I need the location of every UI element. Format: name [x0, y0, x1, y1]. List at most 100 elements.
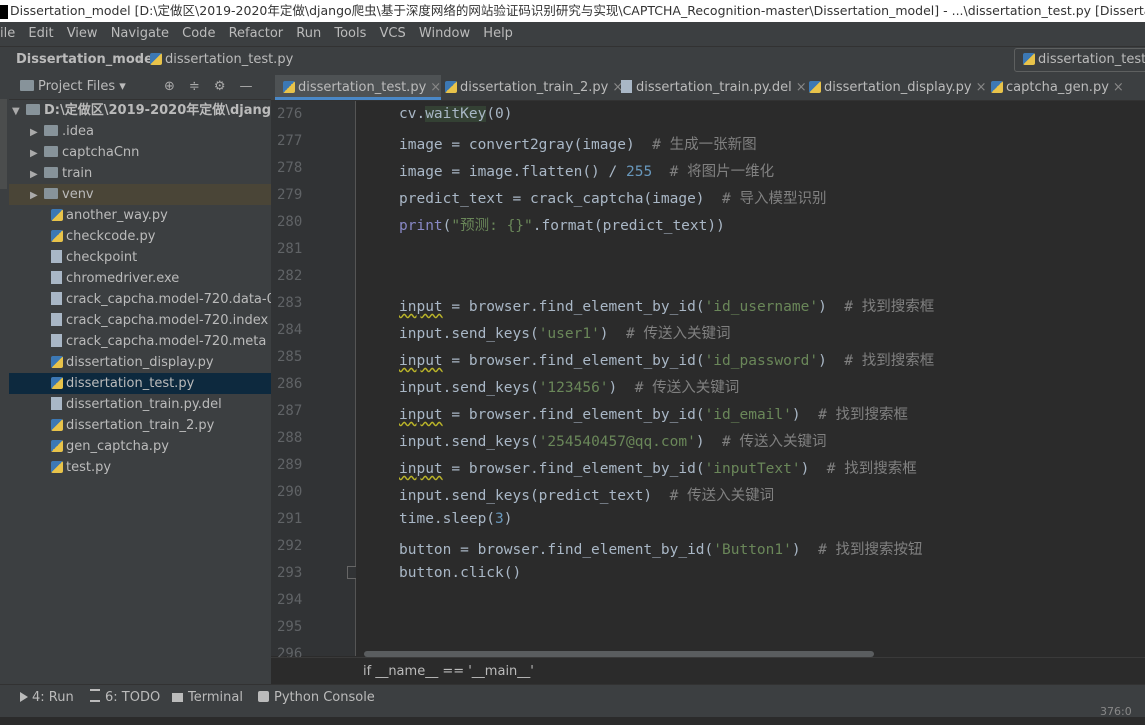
line-number: 284 [277, 322, 303, 338]
navigation-bar: Dissertation_model › dissertation_test.p… [0, 46, 1145, 76]
tree-item-label: dissertation_test.py [66, 376, 195, 391]
code-editor[interactable]: cv.waitKey(0) image = convert2gray(image… [356, 101, 1145, 656]
python-file-icon [809, 81, 821, 93]
python-file-icon [1023, 53, 1035, 65]
line-number: 278 [277, 160, 303, 176]
tree-item[interactable]: chromedriver.exe [9, 268, 271, 289]
python-file-icon [51, 461, 63, 473]
tree-item[interactable]: checkcode.py [9, 226, 271, 247]
tree-item[interactable]: test.py [9, 457, 271, 478]
tab-captcha-gen[interactable]: captcha_gen.py × [983, 75, 1131, 100]
tree-item[interactable]: crack_capcha.model-720.data-0000 [9, 289, 271, 310]
chevron-right-icon: ▶ [30, 190, 38, 201]
editor-breadcrumb-item[interactable]: if __name__ == '__main__' [363, 664, 534, 679]
tree-item[interactable]: dissertation_train_2.py [9, 415, 271, 436]
project-view-label: Project Files [38, 79, 116, 94]
tab-dissertation-display[interactable]: dissertation_display.py × [801, 75, 987, 100]
breadcrumb-file[interactable]: dissertation_test.py [150, 47, 293, 73]
tree-item[interactable]: checkpoint [9, 247, 271, 268]
tree-item-selected[interactable]: dissertation_test.py [9, 373, 271, 394]
menu-file[interactable]: ile [0, 26, 15, 41]
code-line: button = browser.find_element_by_id('But… [399, 542, 923, 558]
line-number: 291 [277, 511, 303, 527]
file-icon [51, 334, 62, 347]
code-line: input = browser.find_element_by_id('inpu… [399, 461, 917, 477]
code-line: input.send_keys('user1') # 传送入关键词 [399, 326, 731, 342]
line-number: 293 [277, 565, 303, 581]
run-configuration-select[interactable]: dissertation_test [1014, 48, 1145, 72]
folder-icon [44, 125, 58, 136]
menu-window[interactable]: Window [419, 26, 470, 41]
gear-icon[interactable]: ⚙ [214, 79, 240, 94]
tree-item-label: crack_capcha.model-720.meta [66, 334, 267, 349]
tree-root-label: D:\定做区\2019-2020年定做\django爬虫 [44, 103, 271, 118]
line-number: 289 [277, 457, 303, 473]
python-file-icon [51, 230, 63, 242]
file-icon [51, 397, 62, 410]
todo-tool-label: 6: TODO [105, 690, 161, 705]
file-icon [621, 80, 632, 93]
cursor-position[interactable]: 376:0 [1100, 699, 1145, 718]
menu-view[interactable]: View [67, 26, 98, 41]
line-number: 294 [277, 592, 303, 608]
tree-item-label: gen_captcha.py [66, 439, 169, 454]
line-number: 277 [277, 133, 303, 149]
tree-item[interactable]: ▶ captchaCnn [9, 142, 271, 163]
tree-item-label: crack_capcha.model-720.data-0000 [66, 292, 271, 307]
tree-item-label: checkcode.py [66, 229, 156, 244]
tree-item[interactable]: ▶ .idea [9, 121, 271, 142]
file-icon [51, 292, 62, 305]
project-tool-button[interactable] [0, 99, 7, 189]
tab-dissertation-test[interactable]: dissertation_test.py × [275, 75, 441, 100]
locate-icon[interactable]: ⊕ [164, 79, 189, 94]
tree-item[interactable]: ▶ venv [9, 184, 271, 205]
tree-item-label: another_way.py [66, 208, 168, 223]
tree-root[interactable]: ▼ D:\定做区\2019-2020年定做\django爬虫 [9, 100, 271, 121]
terminal-tool-button[interactable]: Terminal [172, 685, 243, 711]
tree-item-label: captchaCnn [62, 145, 140, 160]
tree-item[interactable]: gen_captcha.py [9, 436, 271, 457]
menu-navigate[interactable]: Navigate [111, 26, 169, 41]
python-console-tool-button[interactable]: Python Console [258, 685, 375, 711]
todo-tool-button[interactable]: 6: TODO [90, 685, 160, 711]
tab-dissertation-train-2[interactable]: dissertation_train_2.py × [437, 75, 623, 100]
app-icon [0, 4, 8, 19]
menu-vcs[interactable]: VCS [380, 26, 406, 41]
tree-item[interactable]: ▶ train [9, 163, 271, 184]
tree-item[interactable]: another_way.py [9, 205, 271, 226]
run-tool-button[interactable]: 4: Run [20, 685, 74, 711]
minimize-icon[interactable]: — [239, 79, 266, 94]
menu-refactor[interactable]: Refactor [229, 26, 284, 41]
folder-icon [26, 104, 40, 115]
chevron-right-icon: ▶ [30, 127, 38, 138]
close-icon[interactable]: × [1113, 80, 1124, 95]
collapse-icon[interactable]: ≑ [189, 79, 214, 94]
tree-item[interactable]: crack_capcha.model-720.meta [9, 331, 271, 352]
chevron-right-icon: ▶ [30, 169, 38, 180]
tree-item[interactable]: dissertation_train.py.del [9, 394, 271, 415]
code-line: print("预测: {}".format(predict_text)) [399, 218, 725, 234]
tree-item-label: dissertation_display.py [66, 355, 214, 370]
menu-run[interactable]: Run [296, 26, 321, 41]
python-console-icon [258, 691, 269, 702]
project-panel: Project Files ▾ ⊕≑⚙— ▼ D:\定做区\2019-2020年定… [9, 75, 271, 684]
code-line: time.sleep(3) [399, 511, 513, 527]
code-line: predict_text = crack_captcha(image) # 导入… [399, 191, 827, 207]
menu-help[interactable]: Help [483, 26, 513, 41]
line-number: 281 [277, 241, 303, 257]
tree-item[interactable]: dissertation_display.py [9, 352, 271, 373]
run-configuration-label: dissertation_test [1038, 52, 1145, 67]
menu-code[interactable]: Code [182, 26, 215, 41]
menu-tools[interactable]: Tools [334, 26, 366, 41]
tab-label: captcha_gen.py [1006, 80, 1109, 95]
tab-dissertation-train-del[interactable]: dissertation_train.py.del × [613, 75, 807, 100]
tree-item[interactable]: crack_capcha.model-720.index [9, 310, 271, 331]
menu-edit[interactable]: Edit [28, 26, 53, 41]
tree-item-label: chromedriver.exe [66, 271, 180, 286]
terminal-tool-label: Terminal [188, 690, 243, 705]
project-view-select[interactable]: Project Files ▾ [20, 75, 126, 99]
folder-icon [20, 80, 34, 91]
python-file-icon [51, 377, 63, 389]
line-number: 283 [277, 295, 303, 311]
python-console-tool-label: Python Console [274, 690, 375, 705]
